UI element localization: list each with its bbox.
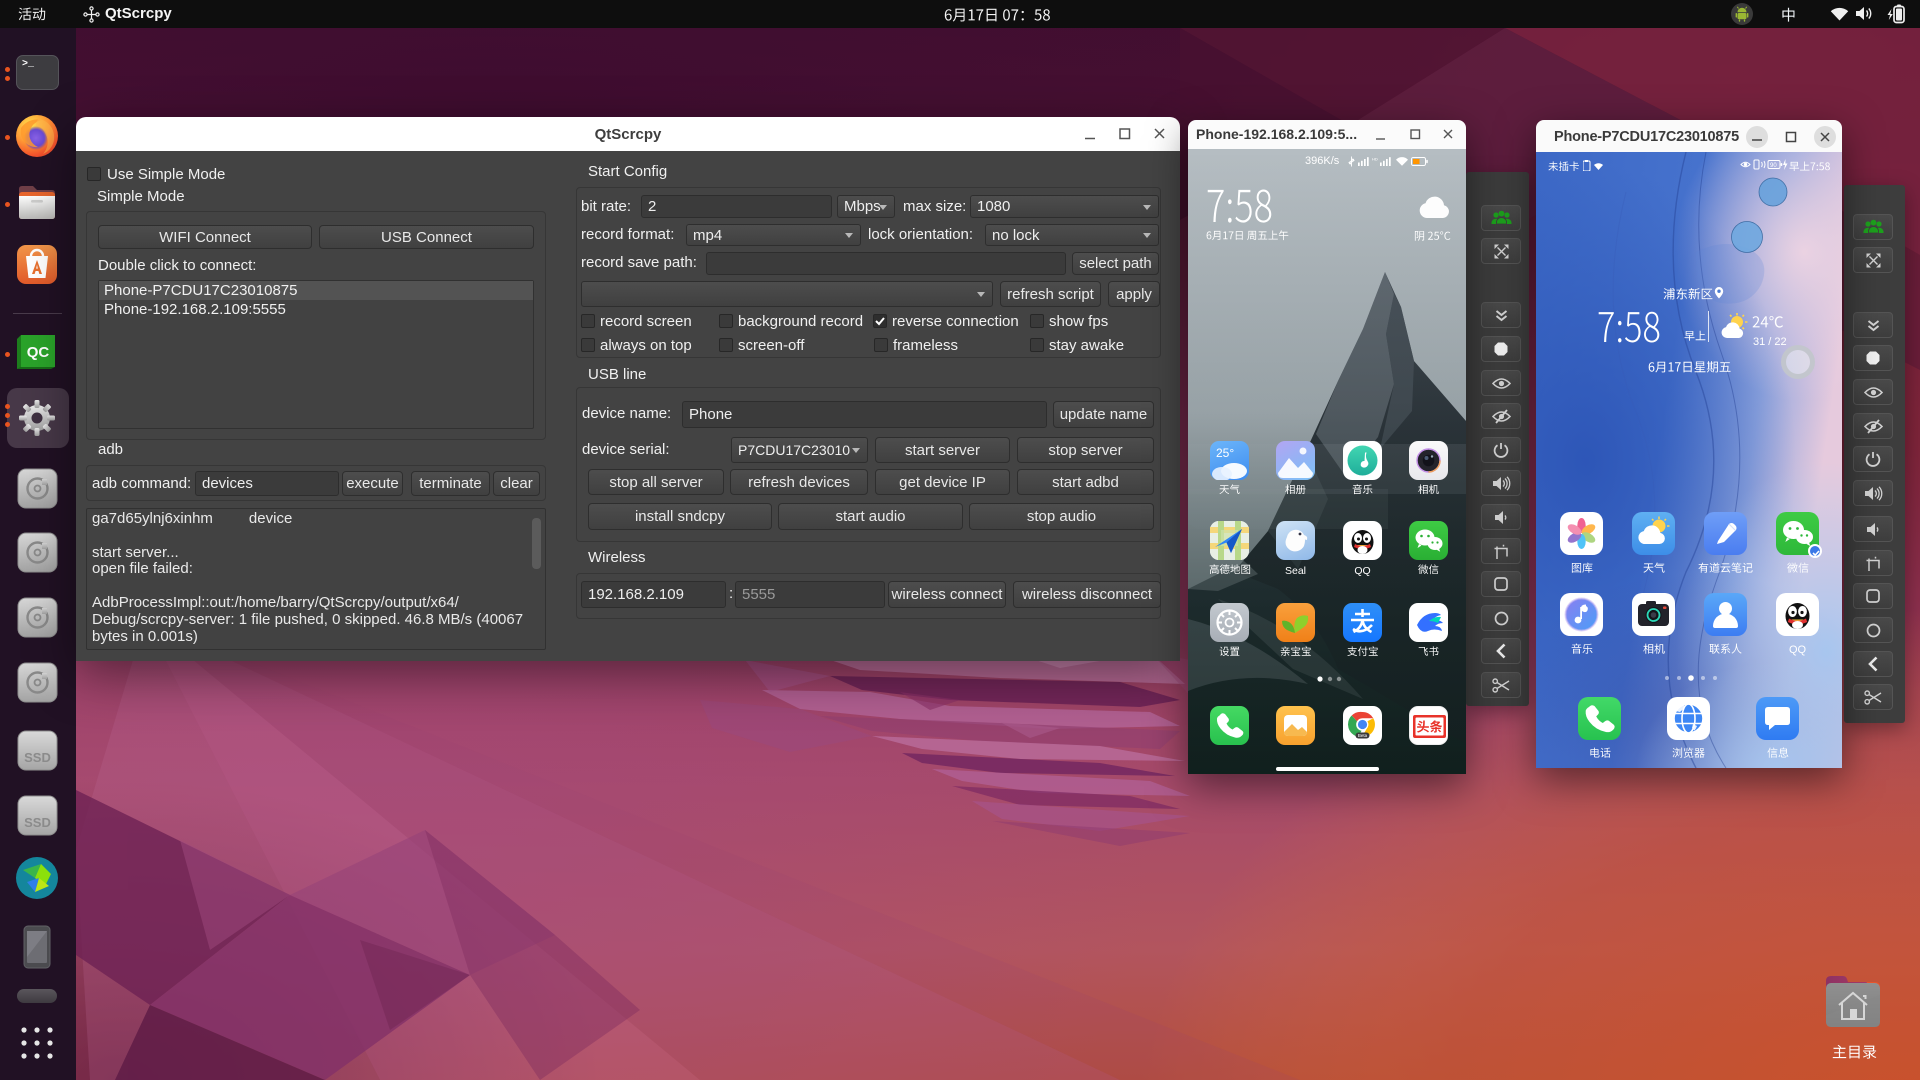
svg-text:SSD: SSD — [24, 815, 51, 830]
svg-text:90: 90 — [1770, 163, 1777, 169]
svg-text:QC: QC — [27, 344, 50, 361]
svg-text:HD: HD — [1372, 157, 1378, 162]
svg-text:Beta: Beta — [1358, 733, 1368, 738]
svg-text:SSD: SSD — [24, 750, 51, 765]
svg-text:25°: 25° — [1216, 446, 1234, 460]
